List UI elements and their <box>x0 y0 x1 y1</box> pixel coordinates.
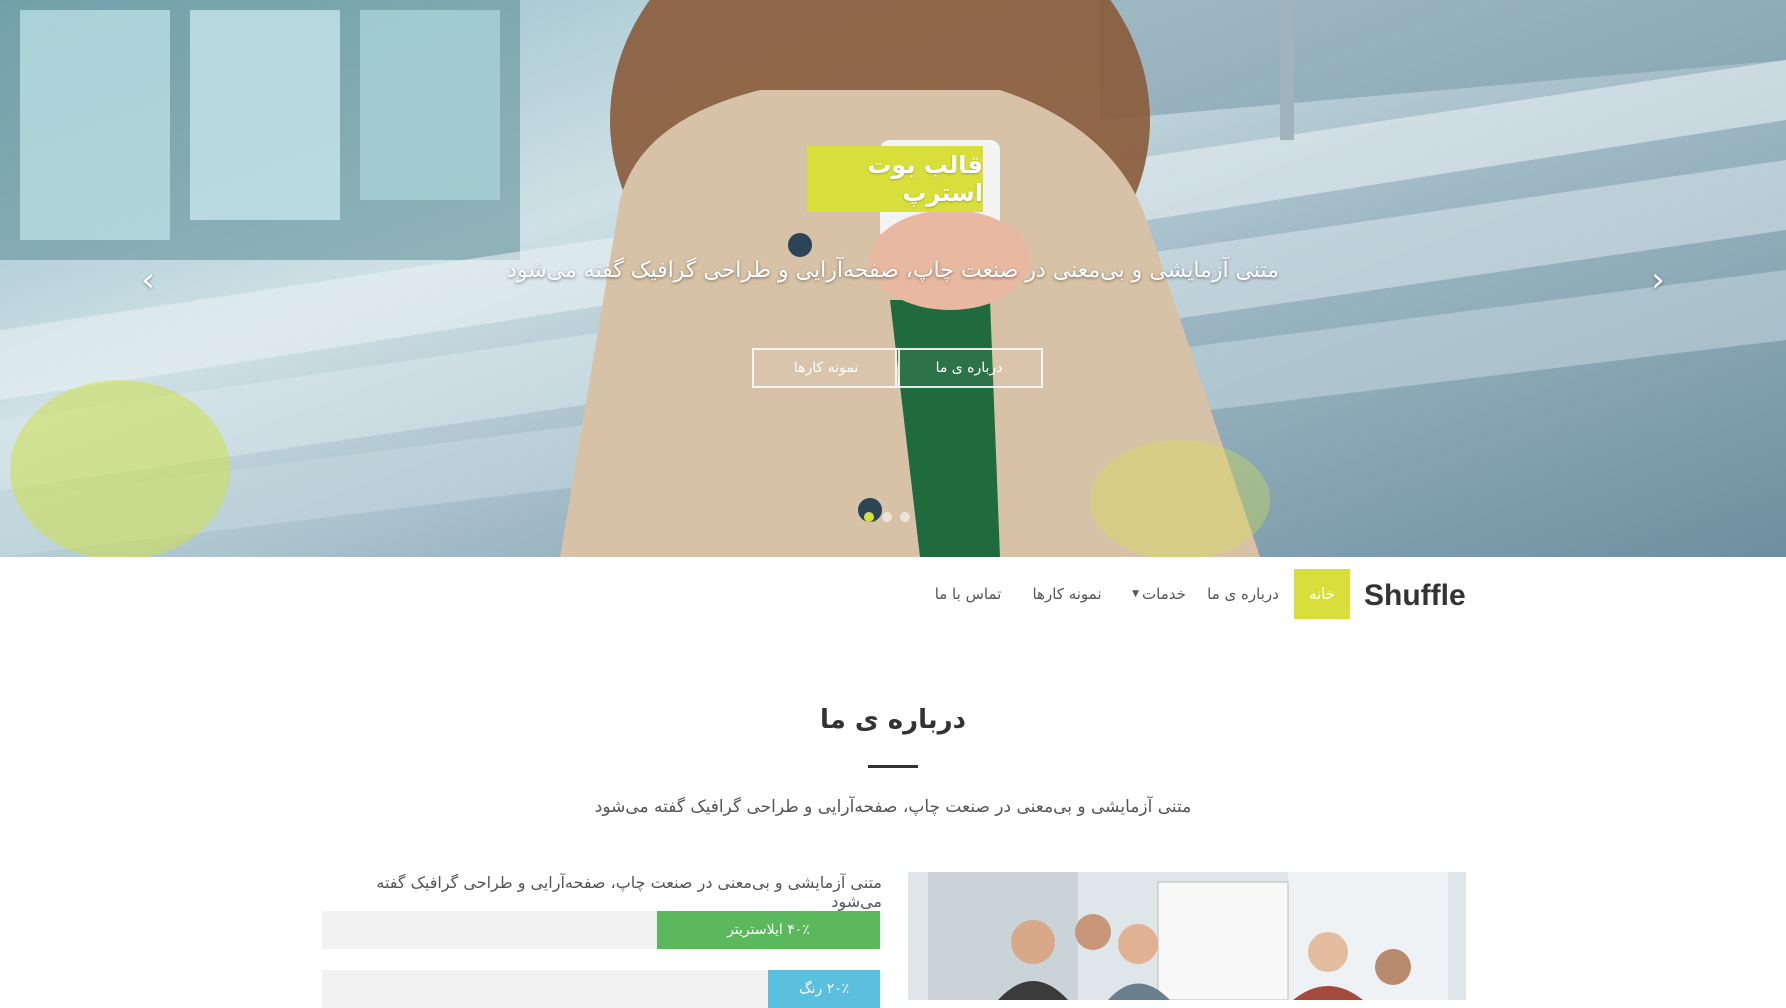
hero-slider: قالب بوت استرپ متنی آزمایشی و بی‌معنی در… <box>0 0 1786 557</box>
skill-progress-bar: ۲۰٪ رنگ <box>322 970 880 1008</box>
nav-item-services[interactable]: خدمات ▼ <box>1118 569 1200 619</box>
brand-logo[interactable]: Shuffle <box>1364 579 1466 613</box>
caret-down-icon: ▼ <box>1132 589 1140 599</box>
main-navbar: Shuffle خانه درباره ی ما خدمات ▼ نمونه ک… <box>0 557 1786 632</box>
hero-about-button[interactable]: درباره ی ما <box>895 348 1043 388</box>
skill-progress-fill: ۲۰٪ رنگ <box>768 970 880 1008</box>
chevron-left-icon[interactable]: ‹ <box>134 263 162 297</box>
nav-item-home[interactable]: خانه <box>1294 569 1350 619</box>
slider-dot[interactable] <box>882 512 892 522</box>
skill-progress-fill: ۴۰٪ ایلاستریتر <box>656 911 880 949</box>
slider-dot-active[interactable] <box>864 512 874 522</box>
team-photo <box>908 872 1466 1000</box>
slider-dot[interactable] <box>900 512 910 522</box>
hero-subtitle: متنی آزمایشی و بی‌معنی در صنعت چاپ، صفحه… <box>507 258 1279 283</box>
about-divider <box>868 765 918 768</box>
chevron-right-icon[interactable]: › <box>1644 263 1672 297</box>
hero-works-button[interactable]: نمونه کارها <box>752 348 900 388</box>
nav-item-about[interactable]: درباره ی ما <box>1202 569 1284 619</box>
team-photo-image <box>908 872 1466 1000</box>
hero-title: قالب بوت استرپ <box>807 146 983 212</box>
nav-item-contact[interactable]: تماس با ما <box>928 569 1008 619</box>
about-lead-text: متنی آزمایشی و بی‌معنی در صنعت چاپ، صفحه… <box>594 797 1192 817</box>
nav-item-works[interactable]: نمونه کارها <box>1022 569 1112 619</box>
skill-progress-bar: ۴۰٪ ایلاستریتر <box>322 911 880 949</box>
skills-intro-text: متنی آزمایشی و بی‌معنی در صنعت چاپ، صفحه… <box>376 873 882 911</box>
about-title: درباره ی ما <box>820 705 966 735</box>
slider-indicators <box>864 512 910 522</box>
nav-item-services-label: خدمات <box>1142 585 1186 603</box>
